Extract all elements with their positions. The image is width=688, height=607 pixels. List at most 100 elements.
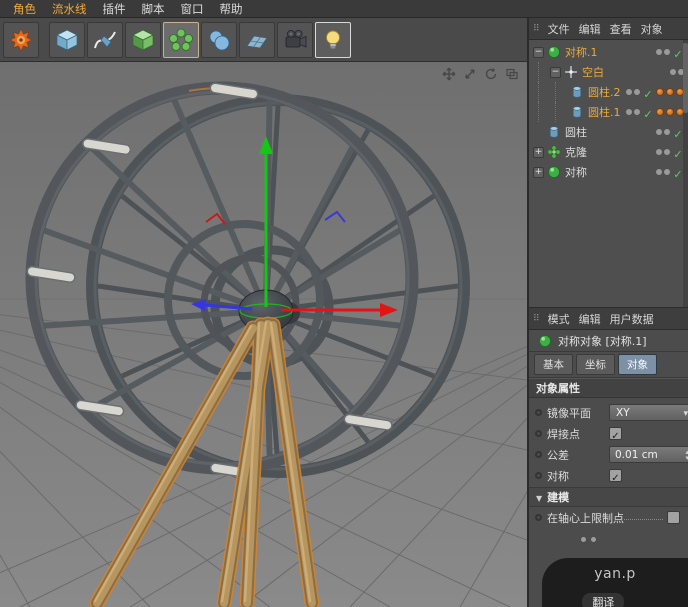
spline-pen-icon[interactable]: [87, 21, 123, 58]
toolbar-separator: [41, 23, 47, 57]
array-generator-icon[interactable]: [163, 21, 199, 58]
editor-visibility-dot[interactable]: [656, 149, 662, 155]
object-manager-tree: 对称.1 空白: [529, 40, 688, 308]
tree-row-cylinder1[interactable]: 圆柱.1: [529, 102, 688, 122]
right-panel: ⠿ 文件 编辑 查看 对象 对称.1: [529, 18, 688, 607]
am-menu-userdata[interactable]: 用户数据: [606, 311, 658, 327]
camera-icon[interactable]: [277, 21, 313, 58]
am-menu-edit[interactable]: 编辑: [575, 311, 605, 327]
mirror-plane-dropdown[interactable]: XY: [609, 404, 688, 421]
material-tag-icon[interactable]: [666, 108, 674, 116]
floor-icon[interactable]: [239, 21, 275, 58]
property-label: 焊接点: [547, 427, 580, 441]
panel-grip-icon[interactable]: ⠿: [533, 314, 540, 324]
om-menu-edit[interactable]: 编辑: [575, 21, 605, 37]
property-label: 在轴心上限制点: [547, 511, 624, 525]
menu-character[interactable]: 角色: [6, 1, 43, 17]
collapse-icon[interactable]: [533, 46, 544, 58]
cinema4d-window: 角色 流水线 插件 脚本 窗口 帮助 ⠿ 文件 编辑 查看 对象 − 对称.1 …: [0, 0, 688, 607]
tree-row-cloner[interactable]: 克隆: [529, 142, 688, 162]
gear-tool-icon[interactable]: [3, 21, 39, 58]
watermark-overlay: yan.p 翻译: [542, 558, 688, 607]
dolly-view-icon[interactable]: [463, 67, 477, 81]
keyframe-dot-icon[interactable]: [535, 430, 542, 437]
light-icon[interactable]: [315, 21, 351, 58]
menu-script[interactable]: 脚本: [135, 1, 172, 17]
material-tag-icon[interactable]: [656, 108, 664, 116]
render-visibility-dot[interactable]: [664, 129, 670, 135]
tab-object[interactable]: 对象: [618, 354, 657, 375]
render-visibility-dot[interactable]: [634, 89, 640, 95]
symmetry-object-icon: [547, 165, 561, 179]
viewport[interactable]: [0, 62, 527, 607]
menu-help[interactable]: 帮助: [213, 1, 250, 17]
property-symmetry: 对称: [535, 465, 683, 486]
object-label: 对称: [565, 166, 587, 179]
keyframe-dot-icon[interactable]: [535, 472, 542, 479]
resize-grip-dots: [529, 537, 688, 542]
tree-row-cylinder[interactable]: 圆柱: [529, 122, 688, 142]
toolbar: [0, 18, 527, 62]
enabled-check-icon[interactable]: [642, 83, 654, 102]
editor-visibility-dot[interactable]: [670, 69, 676, 75]
keyframe-dot-icon[interactable]: [535, 451, 542, 458]
metaball-icon[interactable]: [201, 21, 237, 58]
viewport-3d-scene[interactable]: [0, 62, 527, 607]
menu-pipeline[interactable]: 流水线: [45, 1, 94, 17]
stepper-value: 0.01 cm: [615, 448, 658, 461]
cylinder-icon: [547, 125, 561, 139]
render-visibility-dot[interactable]: [634, 109, 640, 115]
weld-points-checkbox[interactable]: [609, 427, 622, 440]
rotate-view-icon[interactable]: [484, 67, 498, 81]
material-tag-icon[interactable]: [666, 88, 674, 96]
editor-visibility-dot[interactable]: [656, 49, 662, 55]
modeling-section-header[interactable]: 建模: [529, 487, 688, 507]
expand-icon[interactable]: [533, 166, 544, 178]
tree-row-symmetry[interactable]: 对称: [529, 162, 688, 182]
cube-primitive-icon[interactable]: [49, 21, 85, 58]
symmetry-checkbox[interactable]: [609, 469, 622, 482]
collapse-icon[interactable]: [550, 66, 561, 78]
tree-row-null[interactable]: 空白: [529, 62, 688, 82]
keyframe-dot-icon[interactable]: [535, 409, 542, 416]
om-menu-view[interactable]: 查看: [606, 21, 636, 37]
toggle-view-icon[interactable]: [505, 67, 519, 81]
cylinder-icon: [570, 85, 584, 99]
selected-object-title: 对称对象 [对称.1]: [558, 334, 647, 348]
pan-view-icon[interactable]: [442, 67, 456, 81]
keyframe-dot-icon[interactable]: [535, 514, 542, 521]
editor-visibility-dot[interactable]: [656, 129, 662, 135]
tolerance-stepper[interactable]: 0.01 cm: [609, 446, 688, 463]
subdivision-surface-icon[interactable]: [125, 21, 161, 58]
section-title: 对象属性: [536, 382, 580, 395]
restrict-axis-checkbox[interactable]: [667, 511, 680, 524]
object-label: 空白: [582, 66, 604, 79]
editor-visibility-dot[interactable]: [626, 89, 632, 95]
material-tag-icon[interactable]: [656, 88, 664, 96]
object-manager-menubar: ⠿ 文件 编辑 查看 对象: [529, 18, 688, 40]
chevron-down-icon: [683, 407, 688, 419]
tab-coordinates[interactable]: 坐标: [576, 354, 615, 375]
object-label: 圆柱: [565, 126, 587, 139]
render-visibility-dot[interactable]: [664, 149, 670, 155]
watermark-text: yan.p: [594, 566, 636, 582]
render-visibility-dot[interactable]: [664, 169, 670, 175]
editor-visibility-dot[interactable]: [626, 109, 632, 115]
om-menu-object[interactable]: 对象: [637, 21, 667, 37]
tree-row-cylinder2[interactable]: 圆柱.2: [529, 82, 688, 102]
editor-visibility-dot[interactable]: [656, 169, 662, 175]
property-weld-points: 焊接点: [535, 423, 683, 444]
tab-basic[interactable]: 基本: [534, 354, 573, 375]
om-menu-file[interactable]: 文件: [544, 21, 574, 37]
enabled-check-icon[interactable]: [642, 103, 654, 122]
expand-icon[interactable]: [533, 146, 544, 158]
menubar: 角色 流水线 插件 脚本 窗口 帮助: [0, 0, 688, 18]
am-menu-mode[interactable]: 模式: [544, 311, 574, 327]
menu-plugins[interactable]: 插件: [96, 1, 133, 17]
scrollbar-thumb[interactable]: [683, 43, 688, 113]
panel-grip-icon[interactable]: ⠿: [533, 24, 540, 34]
menu-window[interactable]: 窗口: [174, 1, 211, 17]
render-visibility-dot[interactable]: [664, 49, 670, 55]
tree-row-symmetry1[interactable]: 对称.1: [529, 42, 688, 62]
scrollbar[interactable]: [683, 40, 688, 307]
